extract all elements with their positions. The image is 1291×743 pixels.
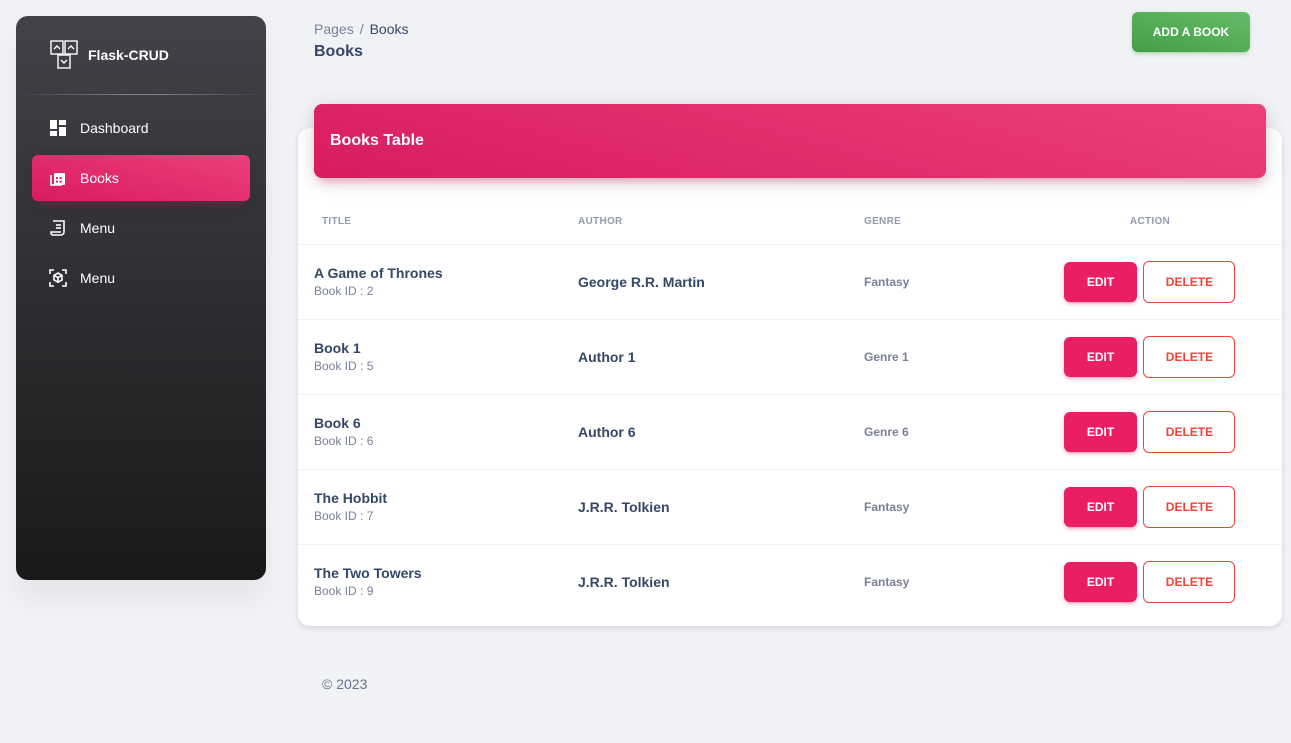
- action-cell: EDIT DELETE: [1018, 469, 1282, 545]
- breadcrumb-current: Books: [369, 21, 409, 37]
- book-id: Book ID : 7: [314, 509, 374, 523]
- delete-button[interactable]: DELETE: [1143, 260, 1236, 303]
- column-header-action: ACTION: [1018, 199, 1282, 245]
- edit-button[interactable]: EDIT: [1064, 561, 1137, 602]
- sidebar-nav: Dashboard Books Menu Menu: [16, 105, 266, 301]
- table-row: Book 6 Book ID : 6 Author 6 Genre 6 EDIT…: [298, 394, 1282, 470]
- edit-button[interactable]: EDIT: [1064, 411, 1137, 452]
- book-author: J.R.R. Tolkien: [578, 469, 846, 545]
- book-author: George R.R. Martin: [578, 244, 846, 320]
- book-title: A Game of Thrones: [314, 265, 443, 281]
- book-genre: Fantasy: [864, 574, 910, 589]
- delete-button[interactable]: DELETE: [1143, 560, 1236, 603]
- books-icon: [48, 168, 68, 188]
- book-title: The Hobbit: [314, 490, 388, 506]
- action-cell: EDIT DELETE: [1018, 394, 1282, 470]
- book-genre: Fantasy: [846, 469, 1018, 545]
- books-table: TITLE AUTHOR GENRE ACTION A Game of Thro…: [298, 199, 1282, 619]
- edit-button[interactable]: EDIT: [1064, 336, 1137, 377]
- book-id: Book ID : 2: [314, 284, 374, 298]
- edit-button[interactable]: EDIT: [1064, 261, 1137, 302]
- book-genre: Genre 6: [846, 394, 1018, 470]
- delete-button[interactable]: DELETE: [1143, 485, 1236, 528]
- sidebar-item-label: Menu: [80, 270, 116, 286]
- add-book-button[interactable]: ADD A BOOK: [1132, 12, 1250, 52]
- brand-name: Flask-CRUD: [88, 47, 169, 63]
- sidebar-item-menu-receipt[interactable]: Menu: [32, 205, 250, 251]
- book-title: Book 1: [314, 340, 361, 356]
- book-author: Author 1: [578, 319, 846, 395]
- sidebar-item-menu-ar[interactable]: Menu: [32, 255, 250, 301]
- book-id: Book ID : 5: [314, 359, 374, 373]
- book-genre: Fantasy: [846, 244, 1018, 320]
- book-title: Book 6: [314, 415, 361, 431]
- brand-logo-icon: [50, 40, 78, 69]
- book-author: J.R.R. Tolkien: [578, 573, 670, 590]
- title-cell: The Hobbit Book ID : 7: [298, 469, 578, 545]
- sidebar-item-label: Books: [80, 170, 119, 186]
- breadcrumb-separator: /: [359, 21, 364, 37]
- sidebar-item-label: Menu: [80, 220, 116, 236]
- edit-button[interactable]: EDIT: [1064, 486, 1137, 527]
- card-title: Books Table: [330, 132, 424, 149]
- sidebar-item-books[interactable]: Books: [32, 155, 250, 201]
- book-author: Author 6: [578, 394, 846, 470]
- card-header: Books Table: [314, 104, 1266, 178]
- action-cell: EDIT DELETE: [1018, 319, 1282, 395]
- view-in-ar-icon: [48, 268, 68, 288]
- brand[interactable]: Flask-CRUD: [16, 16, 266, 94]
- breadcrumb-root[interactable]: Pages: [314, 21, 354, 37]
- book-id: Book ID : 9: [314, 584, 374, 599]
- sidebar-divider: [16, 94, 266, 95]
- delete-button[interactable]: DELETE: [1143, 335, 1236, 378]
- sidebar-item-label: Dashboard: [80, 120, 149, 136]
- table-row: The Hobbit Book ID : 7 J.R.R. Tolkien Fa…: [298, 469, 1282, 545]
- title-cell: Book 6 Book ID : 6: [298, 394, 578, 470]
- delete-button[interactable]: DELETE: [1143, 410, 1236, 453]
- column-header-author: AUTHOR: [578, 199, 846, 245]
- table-row: The Two Towers Book ID : 9 J.R.R. Tolkie…: [298, 544, 1282, 619]
- title-cell: Book 1 Book ID : 5: [298, 319, 578, 395]
- dashboard-icon: [48, 118, 68, 138]
- sidebar-item-dashboard[interactable]: Dashboard: [32, 105, 250, 151]
- table-header-row: TITLE AUTHOR GENRE ACTION: [298, 199, 1282, 245]
- book-genre: Genre 1: [846, 319, 1018, 395]
- book-title: The Two Towers: [314, 565, 422, 582]
- breadcrumb: Pages / Books: [314, 21, 409, 37]
- footer-copyright: © 2023: [322, 676, 368, 692]
- title-cell: The Two Towers Book ID : 9: [298, 544, 578, 619]
- table-row: A Game of Thrones Book ID : 2 George R.R…: [298, 244, 1282, 320]
- column-header-title: TITLE: [298, 199, 578, 245]
- column-header-genre: GENRE: [846, 199, 1018, 245]
- table-row: Book 1 Book ID : 5 Author 1 Genre 1 EDIT…: [298, 319, 1282, 395]
- action-cell: EDIT DELETE: [1018, 544, 1282, 619]
- sidebar: Flask-CRUD Dashboard Books Menu Menu: [16, 16, 266, 580]
- book-id: Book ID : 6: [314, 434, 374, 448]
- action-cell: EDIT DELETE: [1018, 244, 1282, 320]
- page-title: Books: [314, 43, 363, 60]
- receipt-icon: [48, 218, 68, 238]
- title-cell: A Game of Thrones Book ID : 2: [298, 244, 578, 320]
